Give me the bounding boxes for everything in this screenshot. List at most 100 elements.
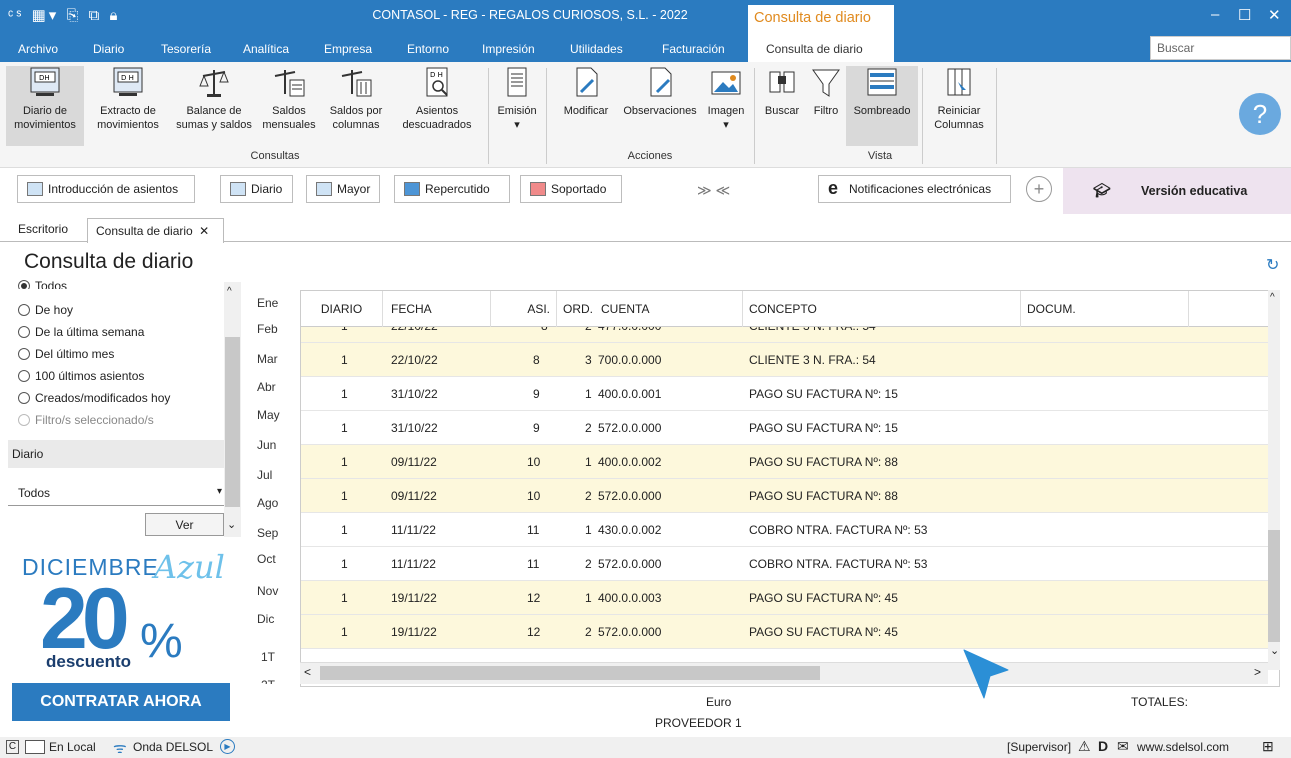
saldos-columnas-button[interactable]: Saldos por columnas: [322, 66, 390, 146]
refresh-icon[interactable]: ↻: [1266, 255, 1279, 275]
month-dic[interactable]: Dic: [257, 612, 274, 626]
table-row[interactable]: 1 09/11/22 10 2 572.0.0.000 PAGO SU FACTURA N…: [301, 479, 1269, 513]
radio-todos[interactable]: Todos: [18, 279, 67, 289]
col-fecha[interactable]: FECHA: [383, 291, 491, 327]
version-educativa-banner[interactable]: 🎓︎ Versión educativa: [1063, 168, 1291, 214]
balance-sumas-saldos-button[interactable]: Balance de sumas y saldos: [168, 66, 260, 146]
col-ord[interactable]: ORD.: [557, 291, 597, 327]
minimize-icon[interactable]: –: [1211, 6, 1219, 23]
menu-archivo[interactable]: Archivo: [18, 42, 58, 56]
reiniciar-columnas-button[interactable]: Reiniciar Columnas: [926, 66, 992, 146]
mayor-button[interactable]: Mayor: [306, 175, 380, 203]
close-tab-icon[interactable]: ✕: [199, 224, 209, 238]
scroll-down-icon[interactable]: ⌄: [1270, 644, 1279, 657]
scroll-right-icon[interactable]: >: [1254, 665, 1261, 679]
buscar-button[interactable]: Buscar: [760, 66, 804, 146]
delsol-d-icon[interactable]: D: [1098, 738, 1108, 754]
month-ago[interactable]: Ago: [257, 496, 278, 510]
table-vertical-scroll-thumb[interactable]: [1268, 530, 1280, 642]
scroll-left-icon[interactable]: <: [304, 665, 311, 679]
modificar-button[interactable]: Modificar: [553, 66, 619, 146]
onda-delsol-label[interactable]: Onda DELSOL: [133, 740, 213, 754]
table-row[interactable]: 1 22/10/22 8 3 700.0.0.000 CLIENTE 3 N. FRA.:…: [301, 343, 1269, 377]
menu-diario[interactable]: Diario: [93, 42, 124, 56]
diario-movimientos-button[interactable]: DH Diario de movimientos: [6, 66, 84, 146]
table-row[interactable]: 1 11/11/22 11 1 430.0.0.002 COBRO NTRA. FACTU…: [301, 513, 1269, 547]
scroll-up-icon[interactable]: ^: [227, 286, 232, 297]
contratar-ahora-button[interactable]: CONTRATAR AHORA: [12, 683, 230, 721]
radio-ultimo-mes[interactable]: Del último mes: [18, 347, 114, 361]
menu-empresa[interactable]: Empresa: [324, 42, 372, 56]
mayor-label: Mayor: [337, 182, 371, 196]
website-link[interactable]: www.sdelsol.com: [1137, 740, 1229, 754]
month-oct[interactable]: Oct: [257, 552, 276, 566]
month-mar[interactable]: Mar: [257, 352, 278, 366]
tab-escritorio[interactable]: Escritorio: [18, 222, 68, 236]
help-icon[interactable]: ?: [1239, 93, 1281, 135]
table-row[interactable]: 1 31/10/22 9 1 400.0.0.001 PAGO SU FACTURA Nº…: [301, 377, 1269, 411]
repercutido-button[interactable]: Repercutido: [394, 175, 510, 203]
imagen-button[interactable]: Imagen ▾: [705, 66, 747, 146]
menu-consulta-diario[interactable]: Consulta de diario: [766, 42, 863, 56]
introduccion-asientos-button[interactable]: Introducción de asientos: [17, 175, 195, 203]
menu-utilidades[interactable]: Utilidades: [570, 42, 623, 56]
diario-shortcut-button[interactable]: Diario: [220, 175, 293, 203]
menu-tesoreria[interactable]: Tesorería: [161, 42, 211, 56]
month-jun[interactable]: Jun: [257, 438, 276, 452]
table-row[interactable]: 1 31/10/22 9 2 572.0.0.000 PAGO SU FACTURA Nº…: [301, 411, 1269, 445]
radio-de-hoy[interactable]: De hoy: [18, 303, 73, 317]
menu-impresion[interactable]: Impresión: [482, 42, 535, 56]
month-feb[interactable]: Feb: [257, 322, 278, 336]
observaciones-button[interactable]: Observaciones: [614, 66, 706, 146]
month-sep[interactable]: Sep: [257, 526, 278, 540]
table-row[interactable]: 1 19/11/22 12 2 572.0.0.000 PAGO SU FACTURA N…: [301, 615, 1269, 649]
month-ene[interactable]: Ene: [257, 296, 278, 310]
warning-icon[interactable]: ⚠: [1078, 738, 1091, 755]
ver-button[interactable]: Ver: [145, 513, 224, 536]
month-nov[interactable]: Nov: [257, 584, 278, 598]
observaciones-label: Observaciones: [623, 105, 697, 117]
radio-creados-hoy[interactable]: Creados/modificados hoy: [18, 391, 170, 405]
play-icon[interactable]: ▶: [220, 739, 235, 754]
table-row[interactable]: 1 09/11/22 10 1 400.0.0.002 PAGO SU FACTURA N…: [301, 445, 1269, 479]
emision-button[interactable]: Emisión ▾: [493, 66, 541, 146]
scroll-down-icon[interactable]: ⌄: [227, 518, 236, 531]
close-icon[interactable]: ✕: [1268, 6, 1281, 24]
col-concepto[interactable]: CONCEPTO: [743, 291, 1021, 327]
maximize-icon[interactable]: ☐: [1238, 6, 1251, 24]
menu-analitica[interactable]: Analítica: [243, 42, 289, 56]
month-may[interactable]: May: [257, 408, 280, 422]
asientos-descuadrados-button[interactable]: D H Asientos descuadrados: [393, 66, 481, 146]
tab-consulta-diario[interactable]: Consulta de diario ✕: [87, 218, 224, 243]
table-row[interactable]: 1 11/11/22 11 2 572.0.0.000 COBRO NTRA. FACTU…: [301, 547, 1269, 581]
col-diario[interactable]: DIARIO: [301, 291, 383, 327]
mail-icon[interactable]: ✉: [1117, 738, 1129, 755]
saldos-mensuales-button[interactable]: Saldos mensuales: [258, 66, 320, 146]
sombreado-button[interactable]: Sombreado: [846, 66, 918, 146]
col-docum[interactable]: DOCUM.: [1021, 291, 1189, 327]
diario-select[interactable]: Todos ▾: [8, 482, 224, 506]
contasol-icon[interactable]: C: [6, 740, 19, 754]
scroll-up-icon[interactable]: ^: [1270, 292, 1275, 303]
search-input[interactable]: Buscar: [1150, 36, 1291, 60]
filtro-button[interactable]: Filtro: [806, 66, 846, 146]
radio-100-ultimos[interactable]: 100 últimos asientos: [18, 369, 144, 383]
col-asi[interactable]: ASI.: [491, 291, 557, 327]
month-2t[interactable]: 2T: [261, 678, 275, 684]
menu-entorno[interactable]: Entorno: [407, 42, 449, 56]
scroll-arrows-icon[interactable]: ≫ ≪: [697, 182, 730, 199]
soportado-button[interactable]: Soportado: [520, 175, 622, 203]
table-horizontal-scroll-thumb[interactable]: [320, 666, 820, 680]
month-1t[interactable]: 1T: [261, 650, 275, 664]
notificaciones-button[interactable]: e Notificaciones electrónicas: [818, 175, 1011, 203]
cell-fecha: 31/10/22: [391, 421, 438, 435]
month-jul[interactable]: Jul: [257, 468, 272, 482]
table-row[interactable]: 1 19/11/22 12 1 400.0.0.003 PAGO SU FACTURA N…: [301, 581, 1269, 615]
filter-scroll-thumb[interactable]: [225, 337, 240, 507]
extracto-movimientos-button[interactable]: D H Extracto de movimientos: [88, 66, 168, 146]
radio-ultima-semana[interactable]: De la última semana: [18, 325, 144, 339]
menu-facturacion[interactable]: Facturación: [662, 42, 725, 56]
col-cuenta[interactable]: CUENTA: [597, 291, 743, 327]
month-abr[interactable]: Abr: [257, 380, 276, 394]
add-shortcut-icon[interactable]: +: [1026, 176, 1052, 202]
